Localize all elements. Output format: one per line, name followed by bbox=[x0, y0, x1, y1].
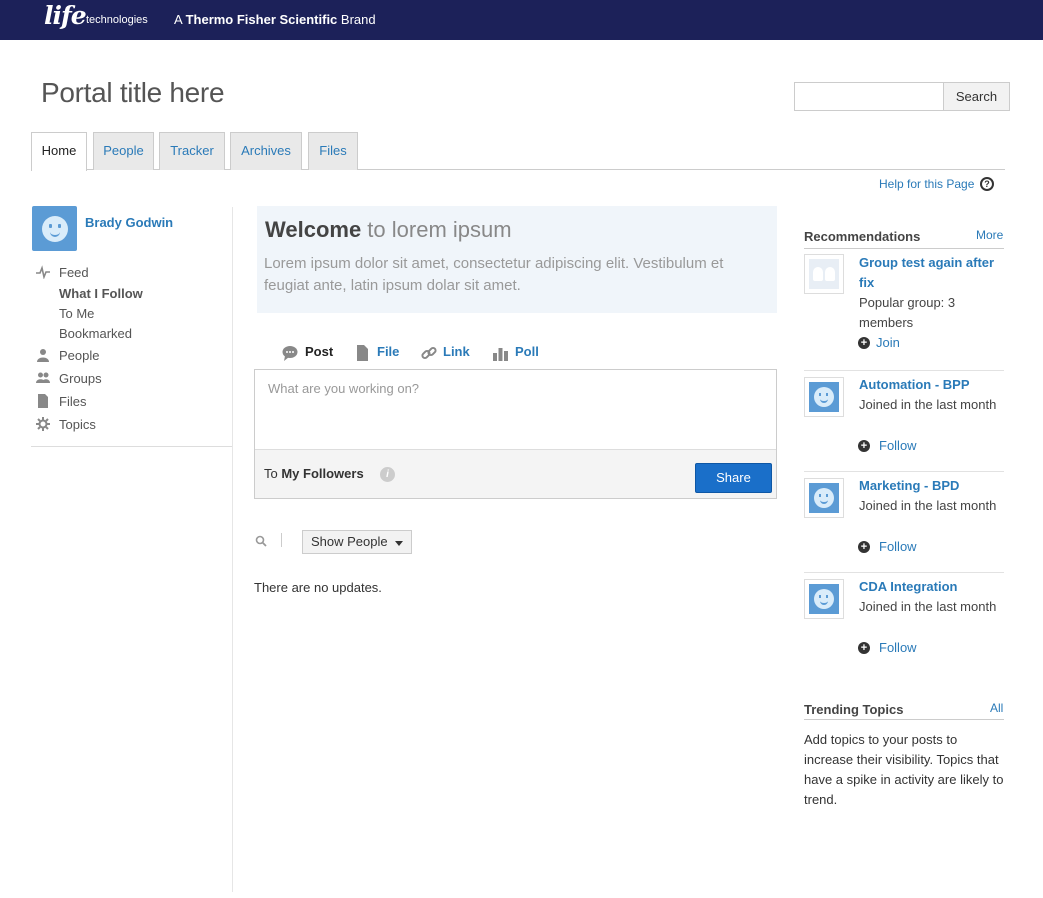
brand-tagline: A Thermo Fisher Scientific Brand bbox=[174, 12, 376, 27]
recommendation-name[interactable]: Marketing - BPD bbox=[859, 476, 999, 496]
file-icon bbox=[36, 394, 50, 408]
life-logo[interactable]: life bbox=[44, 1, 87, 30]
follow-button[interactable]: Follow bbox=[879, 539, 917, 554]
welcome-text: Lorem ipsum dolor sit amet, consectetur … bbox=[264, 255, 724, 294]
plus-icon[interactable]: + bbox=[858, 541, 870, 553]
column-divider bbox=[232, 207, 233, 892]
plus-icon[interactable]: + bbox=[858, 440, 870, 452]
recommendation-desc: Joined in the last month bbox=[859, 397, 997, 412]
info-icon[interactable]: i bbox=[380, 467, 395, 482]
join-button[interactable]: Join bbox=[876, 335, 900, 350]
gear-icon bbox=[36, 417, 50, 431]
search-button[interactable]: Search bbox=[943, 82, 1010, 111]
show-people-dropdown[interactable]: Show People bbox=[302, 530, 412, 554]
welcome-title: Welcome to lorem ipsum bbox=[265, 217, 512, 242]
group-icon bbox=[36, 371, 50, 385]
sidebar-divider bbox=[31, 446, 232, 447]
composer-tab-file[interactable]: File bbox=[377, 344, 399, 359]
recommendation-divider bbox=[804, 471, 1004, 472]
sidebar-item-bookmarked[interactable]: Bookmarked bbox=[59, 326, 132, 341]
bar-chart-icon bbox=[493, 345, 508, 364]
recommendations-title: Recommendations bbox=[804, 229, 921, 244]
logo-subtitle: technologies bbox=[86, 14, 148, 26]
search-input[interactable] bbox=[794, 82, 944, 111]
help-link[interactable]: Help for this Page bbox=[879, 177, 974, 191]
user-name-link[interactable]: Brady Godwin bbox=[85, 215, 173, 230]
empty-feed-message: There are no updates. bbox=[254, 580, 382, 595]
tab-people[interactable]: People bbox=[93, 132, 154, 170]
recommendation-desc: Joined in the last month bbox=[859, 599, 997, 614]
chevron-down-icon bbox=[395, 541, 403, 546]
recommendation-desc: Joined in the last month bbox=[859, 498, 997, 513]
recommendation-divider bbox=[804, 370, 1004, 371]
recommendation-divider bbox=[804, 572, 1004, 573]
tab-home[interactable]: Home bbox=[31, 132, 87, 171]
avatar[interactable] bbox=[804, 478, 844, 518]
tab-tracker[interactable]: Tracker bbox=[159, 132, 225, 170]
page-title: Portal title here bbox=[41, 77, 225, 108]
filter-separator bbox=[281, 533, 282, 547]
search-icon[interactable] bbox=[255, 535, 267, 550]
composer-tab-post[interactable]: Post bbox=[305, 344, 333, 359]
speech-bubble-icon bbox=[282, 345, 298, 364]
sidebar-item-what-i-follow[interactable]: What I Follow bbox=[59, 286, 143, 301]
share-button[interactable]: Share bbox=[695, 463, 772, 493]
recommendation-desc: Popular group: 3 members bbox=[859, 295, 956, 330]
trending-title: Trending Topics bbox=[804, 702, 904, 717]
brand-bar: life technologies A Thermo Fisher Scient… bbox=[0, 0, 1043, 40]
file-icon bbox=[356, 345, 368, 364]
recommendations-underline bbox=[804, 248, 1004, 249]
pulse-icon bbox=[36, 265, 50, 280]
sidebar-item-files[interactable]: Files bbox=[59, 394, 86, 409]
trending-all-link[interactable]: All bbox=[990, 701, 1003, 715]
follow-button[interactable]: Follow bbox=[879, 438, 917, 453]
avatar[interactable] bbox=[804, 579, 844, 619]
recommendation-name[interactable]: Automation - BPP bbox=[859, 375, 999, 395]
user-avatar[interactable] bbox=[32, 206, 77, 251]
sidebar-item-to-me[interactable]: To Me bbox=[59, 306, 94, 321]
tab-files[interactable]: Files bbox=[308, 132, 358, 170]
recommendation-name[interactable]: CDA Integration bbox=[859, 577, 999, 597]
link-icon bbox=[421, 345, 437, 364]
sidebar-item-groups[interactable]: Groups bbox=[59, 371, 102, 386]
sidebar-item-topics[interactable]: Topics bbox=[59, 417, 96, 432]
avatar[interactable] bbox=[804, 377, 844, 417]
composer-placeholder: What are you working on? bbox=[268, 381, 420, 396]
recommendations-more-link[interactable]: More bbox=[976, 228, 1003, 242]
person-icon bbox=[36, 348, 50, 362]
tab-archives[interactable]: Archives bbox=[230, 132, 302, 170]
trending-text: Add topics to your posts to increase the… bbox=[804, 732, 1004, 807]
follow-button[interactable]: Follow bbox=[879, 640, 917, 655]
recommendation-name[interactable]: Group test again after fix bbox=[859, 253, 999, 293]
composer-tab-link[interactable]: Link bbox=[443, 344, 470, 359]
plus-icon[interactable]: + bbox=[858, 642, 870, 654]
trending-underline bbox=[804, 719, 1004, 720]
sidebar-item-feed[interactable]: Feed bbox=[59, 265, 89, 280]
group-thumbnail[interactable] bbox=[804, 254, 844, 294]
plus-icon[interactable]: + bbox=[858, 337, 870, 349]
composer-tab-poll[interactable]: Poll bbox=[515, 344, 539, 359]
help-icon[interactable]: ? bbox=[980, 177, 994, 191]
sidebar-item-people[interactable]: People bbox=[59, 348, 99, 363]
audience-label[interactable]: To My Followers bbox=[264, 466, 364, 481]
